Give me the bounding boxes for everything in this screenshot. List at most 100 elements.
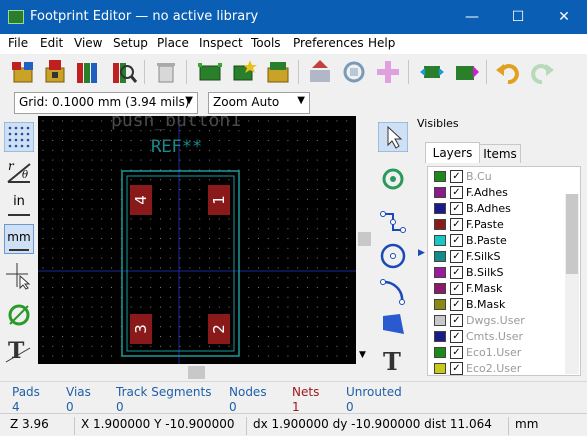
horizontal-scroll-thumb[interactable] — [188, 366, 205, 379]
load-from-board-icon[interactable] — [306, 58, 334, 86]
new-footprint-icon[interactable] — [10, 58, 38, 86]
layer-color-swatch[interactable] — [434, 219, 446, 230]
footprint-canvas[interactable]: push_button1 REF** 4 1 3 2 — [38, 116, 356, 364]
canvas-drawing[interactable]: push_button1 REF** 4 1 3 2 — [38, 116, 356, 364]
layer-row[interactable]: ✓ B.Cu — [428, 169, 580, 185]
maximize-button[interactable]: ☐ — [495, 0, 541, 34]
vertical-scrollbar[interactable]: ▼ — [356, 116, 373, 366]
layer-row[interactable]: ✓ F.Paste — [428, 217, 580, 233]
minimize-button[interactable]: — — [449, 0, 495, 34]
add-arc-icon[interactable] — [378, 276, 408, 306]
layer-row[interactable]: ✓ Eco1.User — [428, 345, 580, 361]
menu-edit[interactable]: Edit — [40, 36, 63, 50]
layer-visible-checkbox[interactable]: ✓ — [450, 170, 463, 183]
undo-icon[interactable] — [494, 58, 522, 86]
svg-text:r: r — [8, 159, 15, 173]
layer-color-swatch[interactable] — [434, 187, 446, 198]
layer-name: Dwgs.User — [466, 314, 525, 327]
layer-visible-checkbox[interactable]: ✓ — [450, 362, 463, 375]
tab-layers[interactable]: Layers — [425, 142, 480, 163]
save-library-icon[interactable] — [42, 58, 70, 86]
layer-visible-checkbox[interactable]: ✓ — [450, 234, 463, 247]
zoom-select[interactable]: Zoom Auto ▼ — [208, 92, 310, 114]
menu-file[interactable]: File — [8, 36, 28, 50]
pad-sketch-mode-icon[interactable] — [4, 300, 34, 330]
insert-into-board-icon[interactable] — [340, 58, 368, 86]
text-sketch-mode-icon[interactable]: T — [4, 334, 34, 364]
units-mm-button[interactable]: mm — [4, 224, 34, 254]
app-icon — [8, 10, 24, 24]
footprint-wizard-icon[interactable] — [230, 58, 258, 86]
layer-color-swatch[interactable] — [434, 331, 446, 342]
library-books-icon[interactable] — [74, 58, 102, 86]
footprint-value-text[interactable]: push_button1 — [111, 116, 241, 131]
layer-color-swatch[interactable] — [434, 235, 446, 246]
layer-color-swatch[interactable] — [434, 299, 446, 310]
select-arrow-icon[interactable] — [378, 122, 408, 152]
layer-color-swatch[interactable] — [434, 283, 446, 294]
layers-scroll-thumb[interactable] — [566, 194, 578, 274]
layer-row[interactable]: ✓ B.Adhes — [428, 201, 580, 217]
vertical-scroll-thumb[interactable] — [358, 232, 371, 246]
main-toolbar — [0, 54, 587, 90]
add-pad-tool-icon[interactable] — [378, 164, 408, 194]
redo-icon[interactable] — [528, 58, 556, 86]
layer-row[interactable]: ✓ Dwgs.User — [428, 313, 580, 329]
add-line-icon[interactable] — [378, 208, 408, 238]
add-text-icon[interactable]: T — [378, 344, 408, 374]
menu-help[interactable]: Help — [368, 36, 395, 50]
layer-color-swatch[interactable] — [434, 363, 446, 374]
layer-color-swatch[interactable] — [434, 347, 446, 358]
layers-scrollbar[interactable] — [565, 194, 579, 374]
close-button[interactable]: ✕ — [541, 0, 587, 34]
grid-select[interactable]: Grid: 0.1000 mm (3.94 mils) ▼ — [14, 92, 198, 114]
scroll-down-icon[interactable]: ▼ — [359, 350, 366, 360]
menu-inspect[interactable]: Inspect — [199, 36, 243, 50]
tab-items[interactable]: Items — [479, 144, 521, 163]
layer-color-swatch[interactable] — [434, 203, 446, 214]
layer-visible-checkbox[interactable]: ✓ — [450, 202, 463, 215]
horizontal-scrollbar[interactable] — [38, 364, 356, 381]
mirror-icon[interactable] — [418, 58, 446, 86]
layer-visible-checkbox[interactable]: ✓ — [450, 282, 463, 295]
layer-visible-checkbox[interactable]: ✓ — [450, 250, 463, 263]
toolbar-separator — [486, 60, 487, 84]
add-polygon-icon[interactable] — [378, 310, 408, 340]
layer-row[interactable]: ✓ F.Mask — [428, 281, 580, 297]
menu-tools[interactable]: Tools — [251, 36, 281, 50]
pad-settings-icon[interactable] — [452, 58, 480, 86]
layer-visible-checkbox[interactable]: ✓ — [450, 218, 463, 231]
layer-row[interactable]: ✓ B.Mask — [428, 297, 580, 313]
footprint-properties-icon[interactable] — [196, 58, 224, 86]
add-pad-icon[interactable] — [374, 58, 402, 86]
layer-color-swatch[interactable] — [434, 171, 446, 182]
layer-visible-checkbox[interactable]: ✓ — [450, 298, 463, 311]
layer-row[interactable]: ✓ B.SilkS — [428, 265, 580, 281]
layer-color-swatch[interactable] — [434, 267, 446, 278]
layer-row[interactable]: ✓ Cmts.User — [428, 329, 580, 345]
menu-view[interactable]: View — [74, 36, 102, 50]
layer-visible-checkbox[interactable]: ✓ — [450, 330, 463, 343]
menu-preferences[interactable]: Preferences — [293, 36, 364, 50]
layer-row[interactable]: ✓ F.Adhes — [428, 185, 580, 201]
polar-coordinates-icon[interactable]: rθ — [4, 156, 34, 186]
browse-libraries-icon[interactable] — [110, 58, 138, 86]
layer-visible-checkbox[interactable]: ✓ — [450, 314, 463, 327]
import-footprint-icon[interactable] — [264, 58, 292, 86]
cursor-shape-icon[interactable] — [4, 260, 34, 290]
layer-visible-checkbox[interactable]: ✓ — [450, 266, 463, 279]
layer-row[interactable]: ✓ B.Paste — [428, 233, 580, 249]
layer-color-swatch[interactable] — [434, 251, 446, 262]
grid-toggle-icon[interactable] — [4, 122, 34, 152]
layer-visible-checkbox[interactable]: ✓ — [450, 346, 463, 359]
add-circle-icon[interactable] — [378, 241, 408, 271]
menu-setup[interactable]: Setup — [113, 36, 148, 50]
units-inch-button[interactable]: in — [4, 190, 34, 220]
delete-footprint-icon[interactable] — [152, 58, 180, 86]
layer-color-swatch[interactable] — [434, 315, 446, 326]
footprint-ref-text[interactable]: REF** — [151, 137, 202, 157]
menu-place[interactable]: Place — [157, 36, 189, 50]
layer-row[interactable]: ✓ Eco2.User — [428, 361, 580, 375]
layer-row[interactable]: ✓F.SilkS▶ — [428, 249, 580, 265]
layer-visible-checkbox[interactable]: ✓ — [450, 186, 463, 199]
